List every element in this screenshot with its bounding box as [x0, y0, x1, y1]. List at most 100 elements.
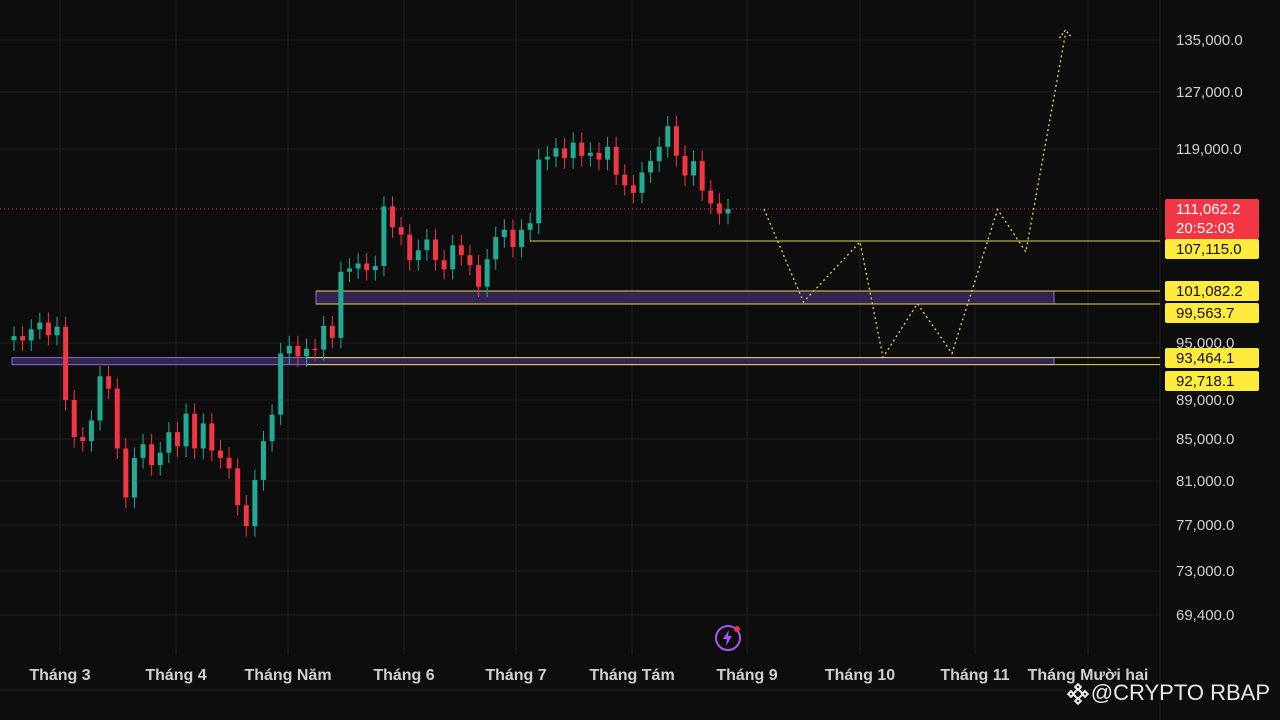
candle-body	[183, 413, 189, 447]
candle-body	[303, 348, 309, 357]
candle-body	[415, 250, 421, 261]
candle-body	[441, 260, 447, 270]
candle-body	[11, 336, 17, 341]
x-tick-label: Tháng 6	[373, 667, 434, 684]
candle-body	[476, 265, 482, 287]
candle-body	[174, 432, 180, 447]
candle-body	[321, 325, 327, 350]
candle-body	[527, 223, 533, 230]
candle-body	[338, 271, 344, 338]
candle-body	[708, 190, 714, 204]
x-tick-label: Tháng 9	[716, 667, 777, 684]
candle-body	[579, 142, 585, 156]
candle-body	[45, 322, 51, 336]
candle-body	[260, 441, 266, 480]
candle-body	[458, 245, 464, 256]
y-tick-label: 119,000.0	[1176, 141, 1242, 158]
price-axis[interactable]: 135,000.0127,000.0119,000.095,000.089,00…	[1176, 32, 1243, 624]
candle-body	[37, 322, 43, 330]
candle-body	[381, 206, 387, 266]
lightning-icon[interactable]	[714, 624, 742, 652]
candle-body	[226, 457, 232, 469]
time-axis[interactable]: Tháng 3 Tháng 4 Tháng Năm Tháng 6 Tháng 7 Thá…	[29, 667, 1148, 684]
candle-body	[131, 457, 137, 498]
candle-body	[114, 388, 120, 449]
projection-line	[763, 34, 1067, 359]
candle-body	[390, 206, 396, 228]
binance-diamond-icon	[1066, 682, 1090, 706]
watermark: @CRYPTO RBAP	[1066, 680, 1270, 706]
candle-body	[553, 148, 559, 157]
x-tick-label: Tháng 3	[29, 667, 90, 684]
candle-body	[656, 146, 662, 162]
candle-body	[149, 444, 155, 466]
candle-body	[630, 185, 636, 193]
candle-body	[673, 126, 679, 156]
candle-body	[269, 414, 275, 442]
candle-body	[123, 448, 129, 498]
candle-body	[235, 468, 241, 506]
candle-body	[372, 265, 378, 271]
candle-body	[450, 245, 456, 270]
candle-body	[364, 263, 370, 271]
candle-body	[88, 420, 94, 442]
candle-body	[467, 255, 473, 266]
lower-zone	[11, 357, 1055, 366]
upper-zone	[315, 290, 1055, 305]
candle-body	[54, 326, 60, 336]
candle-body	[286, 345, 292, 354]
candle-body	[519, 229, 525, 247]
candle-body	[28, 329, 34, 341]
candle-body	[622, 174, 628, 186]
candle-body	[97, 376, 103, 421]
candle-body	[536, 159, 542, 224]
level-tag-label: 99,563.7	[1176, 305, 1234, 322]
candle-body	[166, 432, 172, 453]
candle-body	[71, 400, 77, 438]
y-tick-label: 73,000.0	[1176, 563, 1234, 580]
y-tick-label: 69,400.0	[1176, 607, 1234, 624]
candle-body	[682, 155, 688, 176]
candle-body	[484, 259, 490, 287]
y-tick-label: 89,000.0	[1176, 392, 1234, 409]
support-zones	[11, 290, 1055, 366]
candle-body	[605, 146, 611, 160]
x-tick-label: Tháng 11	[940, 667, 1009, 684]
x-tick-label: Tháng Năm	[244, 667, 331, 684]
price-chart[interactable]: 135,000.0127,000.0119,000.095,000.089,00…	[0, 0, 1280, 720]
candle-body	[544, 156, 550, 160]
candle-body	[295, 345, 301, 357]
candle-body	[596, 152, 602, 160]
candle-body	[691, 161, 697, 176]
candle-body	[424, 239, 430, 251]
candle-body	[200, 423, 206, 449]
level-tag-label: 92,718.1	[1176, 373, 1234, 390]
candle-body	[648, 161, 654, 173]
price-tags: 111,062.2 20:52:03 107,115.0 101,082.2 99,56…	[1165, 199, 1259, 391]
candle-body	[252, 479, 258, 527]
candle-body	[665, 126, 671, 147]
candle-body	[699, 161, 705, 191]
candle-body	[725, 209, 731, 214]
x-tick-label: Tháng Tám	[589, 667, 674, 684]
y-tick-label: 135,000.0	[1176, 32, 1243, 49]
candle-body	[346, 268, 352, 272]
candle-body	[716, 203, 722, 214]
candle-body	[217, 450, 223, 458]
candle-body	[209, 423, 215, 451]
candle-body	[192, 413, 198, 449]
candle-body	[407, 234, 413, 261]
candle-body	[106, 376, 112, 389]
x-tick-label: Tháng 7	[485, 667, 546, 684]
candle-body	[398, 227, 404, 235]
candle-body	[63, 326, 69, 400]
countdown-label: 20:52:03	[1176, 220, 1234, 237]
candle-body	[493, 237, 499, 260]
candle-body	[80, 437, 86, 442]
candle-body	[433, 239, 439, 261]
candle-body	[157, 452, 163, 466]
watermark-text: @CRYPTO RBAP	[1090, 680, 1270, 705]
candle-body	[613, 146, 619, 175]
level-tag-label: 107,115.0	[1176, 241, 1242, 258]
projection-path	[763, 29, 1072, 359]
